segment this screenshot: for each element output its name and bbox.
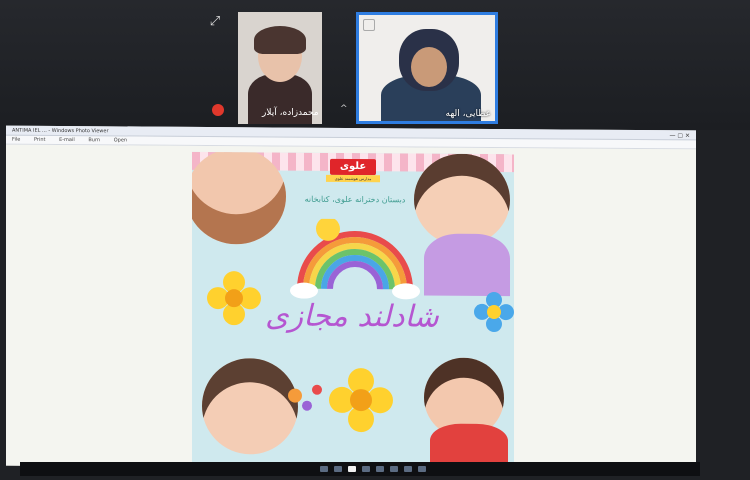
chevron-up-icon[interactable]: ^ (340, 104, 348, 114)
confetti-dot (302, 400, 312, 411)
taskbar-icon[interactable] (404, 466, 412, 472)
menu-item-file[interactable]: File (12, 137, 20, 143)
taskbar (20, 462, 700, 476)
taskbar-icon[interactable] (390, 466, 398, 472)
flower-blue-right (474, 291, 514, 332)
menu-item-email[interactable]: E-mail (59, 137, 75, 143)
taskbar-icon[interactable] (334, 466, 342, 472)
kid-bottom-left (202, 357, 298, 455)
menu-item-open[interactable]: Open (114, 137, 127, 143)
confetti-dot (312, 384, 322, 395)
taskbar-icon[interactable] (376, 466, 384, 472)
rainbow-illustration (290, 218, 420, 300)
window-title: ANTIMA IEL ... - Windows Photo Viewer (12, 127, 109, 135)
flower-yellow-bottom (329, 368, 393, 433)
expand-icon[interactable]: ⤢ (207, 14, 223, 30)
participant-name: محمدزاده، آیلار (262, 108, 319, 118)
poster-brand: علوی (330, 158, 376, 176)
poster-tagline: دبستان دخترانه علوی، کتابخانه (304, 194, 406, 205)
poster-image: علوی مدارس هوشمند علوی دبستان دخترانه عل… (192, 151, 514, 467)
participant-avatar (254, 26, 306, 54)
pin-icon[interactable] (363, 19, 375, 31)
menu-item-burn[interactable]: Burn (88, 137, 100, 143)
photo-canvas: علوی مدارس هوشمند علوی دبستان دخترانه عل… (6, 144, 696, 471)
confetti-dot (288, 388, 302, 403)
menu-item-print[interactable]: Print (34, 137, 46, 143)
kid-top-left (192, 151, 286, 245)
window-controls[interactable]: — ▢ ✕ (669, 131, 690, 141)
poster-headline: شادلند مجازی (265, 298, 439, 335)
shared-screen-window[interactable]: ANTIMA IEL ... - Windows Photo Viewer — … (6, 125, 696, 471)
mic-muted-icon (212, 104, 224, 116)
kid-top-right (414, 153, 510, 247)
taskbar-icon[interactable] (348, 466, 356, 472)
poster-brand-sub: مدارس هوشمند علوی (326, 174, 380, 183)
participant-name: عطایی، الهه (445, 109, 491, 119)
participant-avatar (411, 47, 447, 87)
kid-bottom-right-body (430, 423, 508, 467)
taskbar-icon[interactable] (320, 466, 328, 472)
participant-tile-2[interactable]: عطایی، الهه (356, 12, 498, 124)
taskbar-icon[interactable] (418, 466, 426, 472)
taskbar-icon[interactable] (362, 466, 370, 472)
kid-top-right-body (424, 233, 510, 297)
